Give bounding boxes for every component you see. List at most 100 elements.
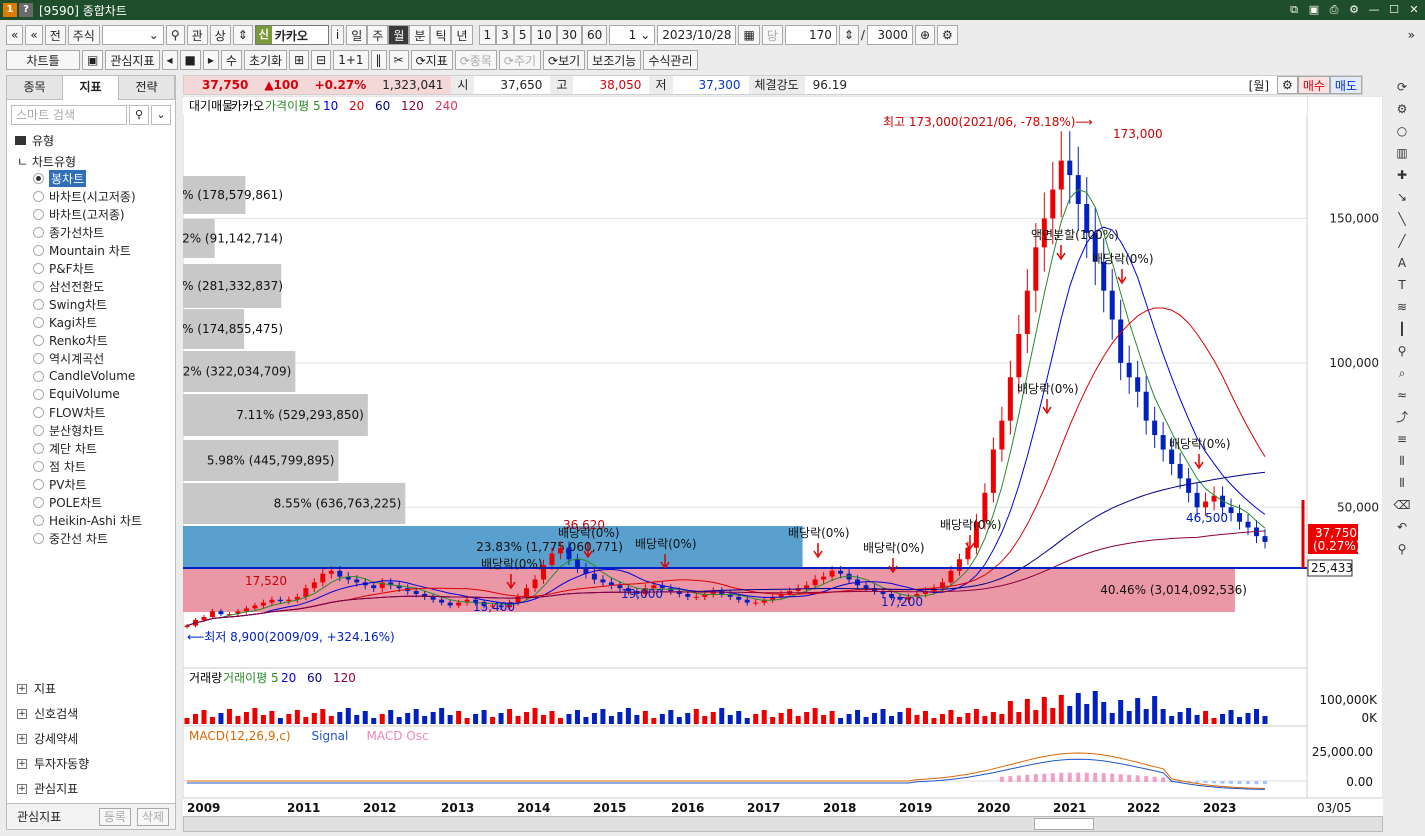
chart-type-item[interactable]: 바차트(시고저종) <box>7 187 175 205</box>
refresh-stock-button[interactable]: ⟳종목 <box>454 50 497 70</box>
grid-layout-icon[interactable]: ⊞ <box>289 50 310 70</box>
chart-type-item[interactable]: Swing차트 <box>7 295 175 313</box>
register-button[interactable]: 등록 <box>98 807 131 826</box>
period-year[interactable]: 년 <box>451 25 473 45</box>
gear-icon[interactable]: ⚙ <box>1277 76 1298 94</box>
chart-type-item[interactable]: Renko차트 <box>7 331 175 349</box>
gear-icon[interactable]: ⚙ <box>1391 99 1413 119</box>
chart-type-item[interactable]: Heikin-Ashi 차트 <box>7 511 175 529</box>
radio-icon[interactable] <box>33 262 44 274</box>
code-input[interactable]: ⌄ <box>101 25 164 45</box>
auto-icon[interactable]: A <box>1391 253 1413 273</box>
radio-icon[interactable] <box>33 280 44 292</box>
window-print-icon[interactable]: ⎙ <box>1327 3 1341 17</box>
radio-icon[interactable] <box>33 208 44 220</box>
period-tick[interactable]: 틱 <box>430 25 452 45</box>
chart-type-item[interactable]: Mountain 차트 <box>7 241 175 259</box>
minute-5[interactable]: 5 <box>513 25 532 45</box>
chart-scrollbar[interactable] <box>183 816 1383 832</box>
group-indicator[interactable]: + 지표 <box>7 676 175 701</box>
window-minimize-icon[interactable]: — <box>1367 3 1381 17</box>
refresh-view-button[interactable]: ⟳보기 <box>543 50 586 70</box>
refresh-icon[interactable]: ⟳ <box>1391 77 1413 97</box>
count-spinner-icon[interactable]: ⇕ <box>838 25 859 45</box>
radio-icon[interactable] <box>33 244 44 256</box>
radio-icon[interactable] <box>33 172 44 184</box>
scissors-icon[interactable]: ✂ <box>388 50 409 70</box>
refresh-indicator-button[interactable]: ⟳지표 <box>410 50 453 70</box>
fibonacci-icon[interactable]: ≋ <box>1391 297 1413 317</box>
tree-subgroup[interactable]: ㄴ 차트유형 <box>17 153 175 169</box>
tab-strategy[interactable]: 전략 <box>119 76 175 100</box>
sang-button[interactable]: 상 <box>209 25 231 45</box>
search-icon[interactable]: ⚲ <box>129 105 149 125</box>
circle-tool-icon[interactable]: ○ <box>1391 121 1413 141</box>
stock-name-field[interactable]: 신 카카오 <box>254 25 329 45</box>
chevron-down-icon[interactable]: ⌄ <box>149 28 159 42</box>
chart-type-item[interactable]: 역시계곡선 <box>7 349 175 367</box>
tab-stock[interactable]: 종목 <box>7 76 63 100</box>
radio-icon[interactable] <box>33 514 44 526</box>
date-input[interactable]: 2023/10/28 <box>657 25 737 45</box>
radio-icon[interactable] <box>33 496 44 508</box>
zoom-icon[interactable]: ⚲ <box>1391 341 1413 361</box>
erase-icon[interactable]: ⌫ <box>1391 495 1413 515</box>
bar-chart-icon[interactable]: ▥ <box>1391 143 1413 163</box>
collapse-icon[interactable]: ⌄ <box>151 105 171 125</box>
minute-3[interactable]: 3 <box>496 25 514 45</box>
chart-type-item[interactable]: 바차트(고저종) <box>7 205 175 223</box>
group-favorite[interactable]: + 관심지표 <box>7 776 175 801</box>
aux-function-button[interactable]: 보조기능 <box>587 50 642 70</box>
radio-icon[interactable] <box>33 532 44 544</box>
scroll-right-icon[interactable]: ▸ <box>202 50 219 70</box>
group-strength[interactable]: + 강세약세 <box>7 726 175 751</box>
radio-icon[interactable] <box>33 424 44 436</box>
radio-icon[interactable] <box>33 334 44 346</box>
formula-manage-button[interactable]: 수식관리 <box>643 50 698 70</box>
info-button[interactable]: i <box>330 25 345 45</box>
trend-icon[interactable]: ⤴ <box>1391 407 1413 427</box>
candle-tool-icon[interactable]: ┃ <box>1391 319 1413 339</box>
tree-group-type[interactable]: 유형 <box>15 131 175 149</box>
help-badge[interactable]: ? <box>19 3 33 17</box>
radio-icon[interactable] <box>33 406 44 418</box>
radio-icon[interactable] <box>33 298 44 310</box>
sell-button[interactable]: 매도 <box>1329 76 1362 94</box>
radio-icon[interactable] <box>33 370 44 382</box>
undo-icon[interactable]: ↶ <box>1391 517 1413 537</box>
chart-type-item[interactable]: Kagi차트 <box>7 313 175 331</box>
chart-type-item[interactable]: 점 차트 <box>7 457 175 475</box>
zoom-in-icon[interactable]: ⊕ <box>914 25 936 45</box>
diagonal-line-icon[interactable]: ╱ <box>1391 231 1413 251</box>
delete-button[interactable]: 삭제 <box>136 807 169 826</box>
magnify-icon[interactable]: ⌕ <box>1391 363 1413 383</box>
chart-type-item[interactable]: FLOW차트 <box>7 403 175 421</box>
su-button[interactable]: 수 <box>220 50 242 70</box>
cycle-icon[interactable]: ≈ <box>1391 385 1413 405</box>
reset-button[interactable]: 초기화 <box>243 50 288 70</box>
prev-button[interactable]: 전 <box>44 25 66 45</box>
minute-60[interactable]: 60 <box>582 25 608 45</box>
split-layout-icon[interactable]: ⊟ <box>311 50 332 70</box>
window-save-icon[interactable]: ▣ <box>1307 3 1321 17</box>
candle-icon[interactable]: ‖ <box>370 50 387 70</box>
chart-type-item[interactable]: CandleVolume <box>7 367 175 385</box>
cross-tool-icon[interactable]: ✚ <box>1391 165 1413 185</box>
one-plus-one-button[interactable]: 1+1 <box>333 50 369 70</box>
window-close-icon[interactable]: ✕ <box>1407 3 1421 17</box>
radio-icon[interactable] <box>33 190 44 202</box>
window-link-icon[interactable]: ⧉ <box>1287 3 1301 17</box>
radio-icon[interactable] <box>33 460 44 472</box>
tab-indicator[interactable]: 지표 <box>63 76 119 100</box>
group-signal[interactable]: + 신호검색 <box>7 701 175 726</box>
vertical-lines-icon[interactable]: ⦀ <box>1391 451 1413 471</box>
buy-button[interactable]: 매수 <box>1297 76 1330 94</box>
chart-type-item[interactable]: EquiVolume <box>7 385 175 403</box>
radio-icon[interactable] <box>33 388 44 400</box>
window-maximize-icon[interactable]: ☐ <box>1387 3 1401 17</box>
app-badge-1[interactable]: 1 <box>3 3 17 17</box>
chart-frame-button[interactable]: 차트틀 <box>6 50 80 70</box>
chart-type-item[interactable]: 중간선 차트 <box>7 529 175 547</box>
group-investor[interactable]: + 투자자동향 <box>7 751 175 776</box>
gwan-button[interactable]: 관 <box>186 25 208 45</box>
